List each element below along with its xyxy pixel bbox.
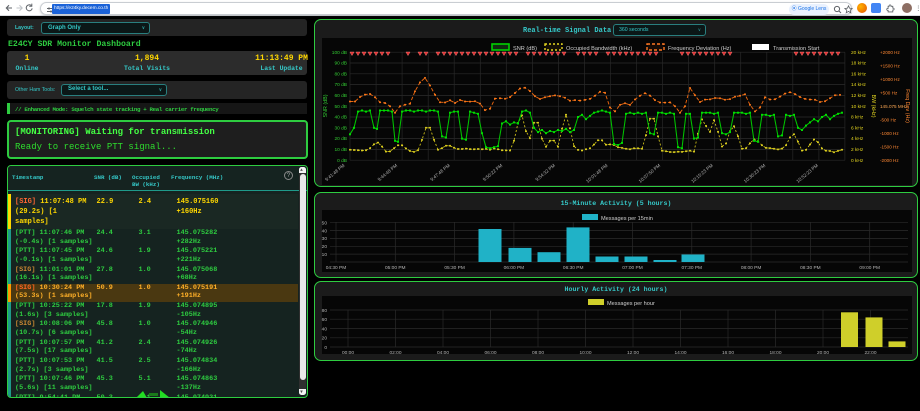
svg-text:05:00 PM: 05:00 PM bbox=[385, 265, 406, 271]
svg-text:60: 60 bbox=[322, 317, 328, 323]
svg-text:18 kHz: 18 kHz bbox=[851, 61, 867, 67]
svg-text:100 dB: 100 dB bbox=[332, 50, 347, 56]
svg-text:10 kHz: 10 kHz bbox=[851, 104, 867, 110]
svg-text:10:00: 10:00 bbox=[579, 350, 591, 356]
svg-text:08:00: 08:00 bbox=[532, 350, 544, 356]
svg-text:18:00: 18:00 bbox=[769, 350, 781, 356]
svg-text:08:30 PM: 08:30 PM bbox=[800, 265, 821, 271]
svg-text:06:30 PM: 06:30 PM bbox=[563, 265, 584, 271]
svg-text:50: 50 bbox=[322, 221, 328, 227]
svg-text:02:00: 02:00 bbox=[389, 350, 401, 356]
svg-text:Messages per hour: Messages per hour bbox=[607, 301, 655, 307]
svg-text:BW (kHz): BW (kHz) bbox=[870, 94, 876, 117]
svg-text:6 kHz: 6 kHz bbox=[851, 125, 864, 131]
svg-text:12 kHz: 12 kHz bbox=[851, 93, 867, 99]
svg-text:40: 40 bbox=[322, 228, 328, 234]
svg-text:8 kHz: 8 kHz bbox=[851, 115, 864, 121]
svg-text:0 kHz: 0 kHz bbox=[851, 158, 864, 164]
svg-text:50 dB: 50 dB bbox=[334, 104, 347, 110]
svg-text:-500 Hz: -500 Hz bbox=[880, 117, 897, 122]
svg-text:12:00: 12:00 bbox=[627, 350, 639, 356]
svg-text:+1000 Hz: +1000 Hz bbox=[880, 77, 900, 82]
svg-text:+2000 Hz: +2000 Hz bbox=[880, 50, 900, 55]
svg-text:08:00 PM: 08:00 PM bbox=[741, 265, 762, 271]
svg-text:10: 10 bbox=[322, 252, 328, 258]
svg-text:20: 20 bbox=[322, 336, 328, 342]
svg-text:30 dB: 30 dB bbox=[334, 125, 347, 131]
svg-text:SNR (dB): SNR (dB) bbox=[323, 94, 329, 117]
svg-text:20 kHz: 20 kHz bbox=[851, 50, 867, 56]
svg-text:-1500 Hz: -1500 Hz bbox=[880, 144, 899, 149]
svg-text:4 kHz: 4 kHz bbox=[851, 136, 864, 142]
svg-text:+1500 Hz: +1500 Hz bbox=[880, 63, 900, 68]
svg-text:70 dB: 70 dB bbox=[334, 82, 347, 88]
svg-text:40 dB: 40 dB bbox=[334, 115, 347, 121]
svg-text:05:30 PM: 05:30 PM bbox=[444, 265, 465, 271]
svg-text:06:00: 06:00 bbox=[484, 350, 496, 356]
svg-text:-1000 Hz: -1000 Hz bbox=[880, 131, 899, 136]
svg-text:0: 0 bbox=[324, 345, 327, 351]
svg-text:30: 30 bbox=[322, 236, 328, 242]
svg-text:04:30 PM: 04:30 PM bbox=[326, 265, 347, 271]
svg-text:Freq Dev (Hz): Freq Dev (Hz) bbox=[904, 89, 910, 123]
svg-text:SNR (dB): SNR (dB) bbox=[513, 46, 537, 52]
svg-text:Transmission Start: Transmission Start bbox=[773, 46, 820, 52]
svg-text:16:00: 16:00 bbox=[722, 350, 734, 356]
svg-text:90 dB: 90 dB bbox=[334, 61, 347, 67]
svg-text:10 dB: 10 dB bbox=[334, 147, 347, 153]
svg-text:14 kHz: 14 kHz bbox=[851, 82, 867, 88]
svg-text:80: 80 bbox=[322, 308, 328, 314]
svg-text:16 kHz: 16 kHz bbox=[851, 71, 867, 77]
svg-text:14:00: 14:00 bbox=[674, 350, 686, 356]
svg-text:Occupied Bandwidth (kHz): Occupied Bandwidth (kHz) bbox=[566, 46, 632, 52]
svg-text:04:00: 04:00 bbox=[437, 350, 449, 356]
svg-text:40: 40 bbox=[322, 326, 328, 332]
svg-text:20:00: 20:00 bbox=[817, 350, 829, 356]
svg-text:06:00 PM: 06:00 PM bbox=[504, 265, 525, 271]
svg-text:+500 Hz: +500 Hz bbox=[880, 90, 898, 95]
svg-text:22:00: 22:00 bbox=[864, 350, 876, 356]
svg-text:-2000 Hz: -2000 Hz bbox=[880, 158, 899, 163]
svg-text:07:30 PM: 07:30 PM bbox=[682, 265, 703, 271]
svg-text:2 kHz: 2 kHz bbox=[851, 147, 864, 153]
svg-text:20: 20 bbox=[322, 244, 328, 250]
svg-text:Messages per 15min: Messages per 15min bbox=[601, 216, 653, 222]
svg-text:09:00 PM: 09:00 PM bbox=[859, 265, 880, 271]
svg-text:20 dB: 20 dB bbox=[334, 136, 347, 142]
svg-text:00:00: 00:00 bbox=[342, 350, 354, 356]
svg-text:60 dB: 60 dB bbox=[334, 93, 347, 99]
svg-text:07:00 PM: 07:00 PM bbox=[622, 265, 643, 271]
svg-text:145.075 MHz: 145.075 MHz bbox=[880, 104, 908, 109]
svg-text:80 dB: 80 dB bbox=[334, 71, 347, 77]
svg-text:Frequency Deviation (Hz): Frequency Deviation (Hz) bbox=[668, 46, 732, 52]
